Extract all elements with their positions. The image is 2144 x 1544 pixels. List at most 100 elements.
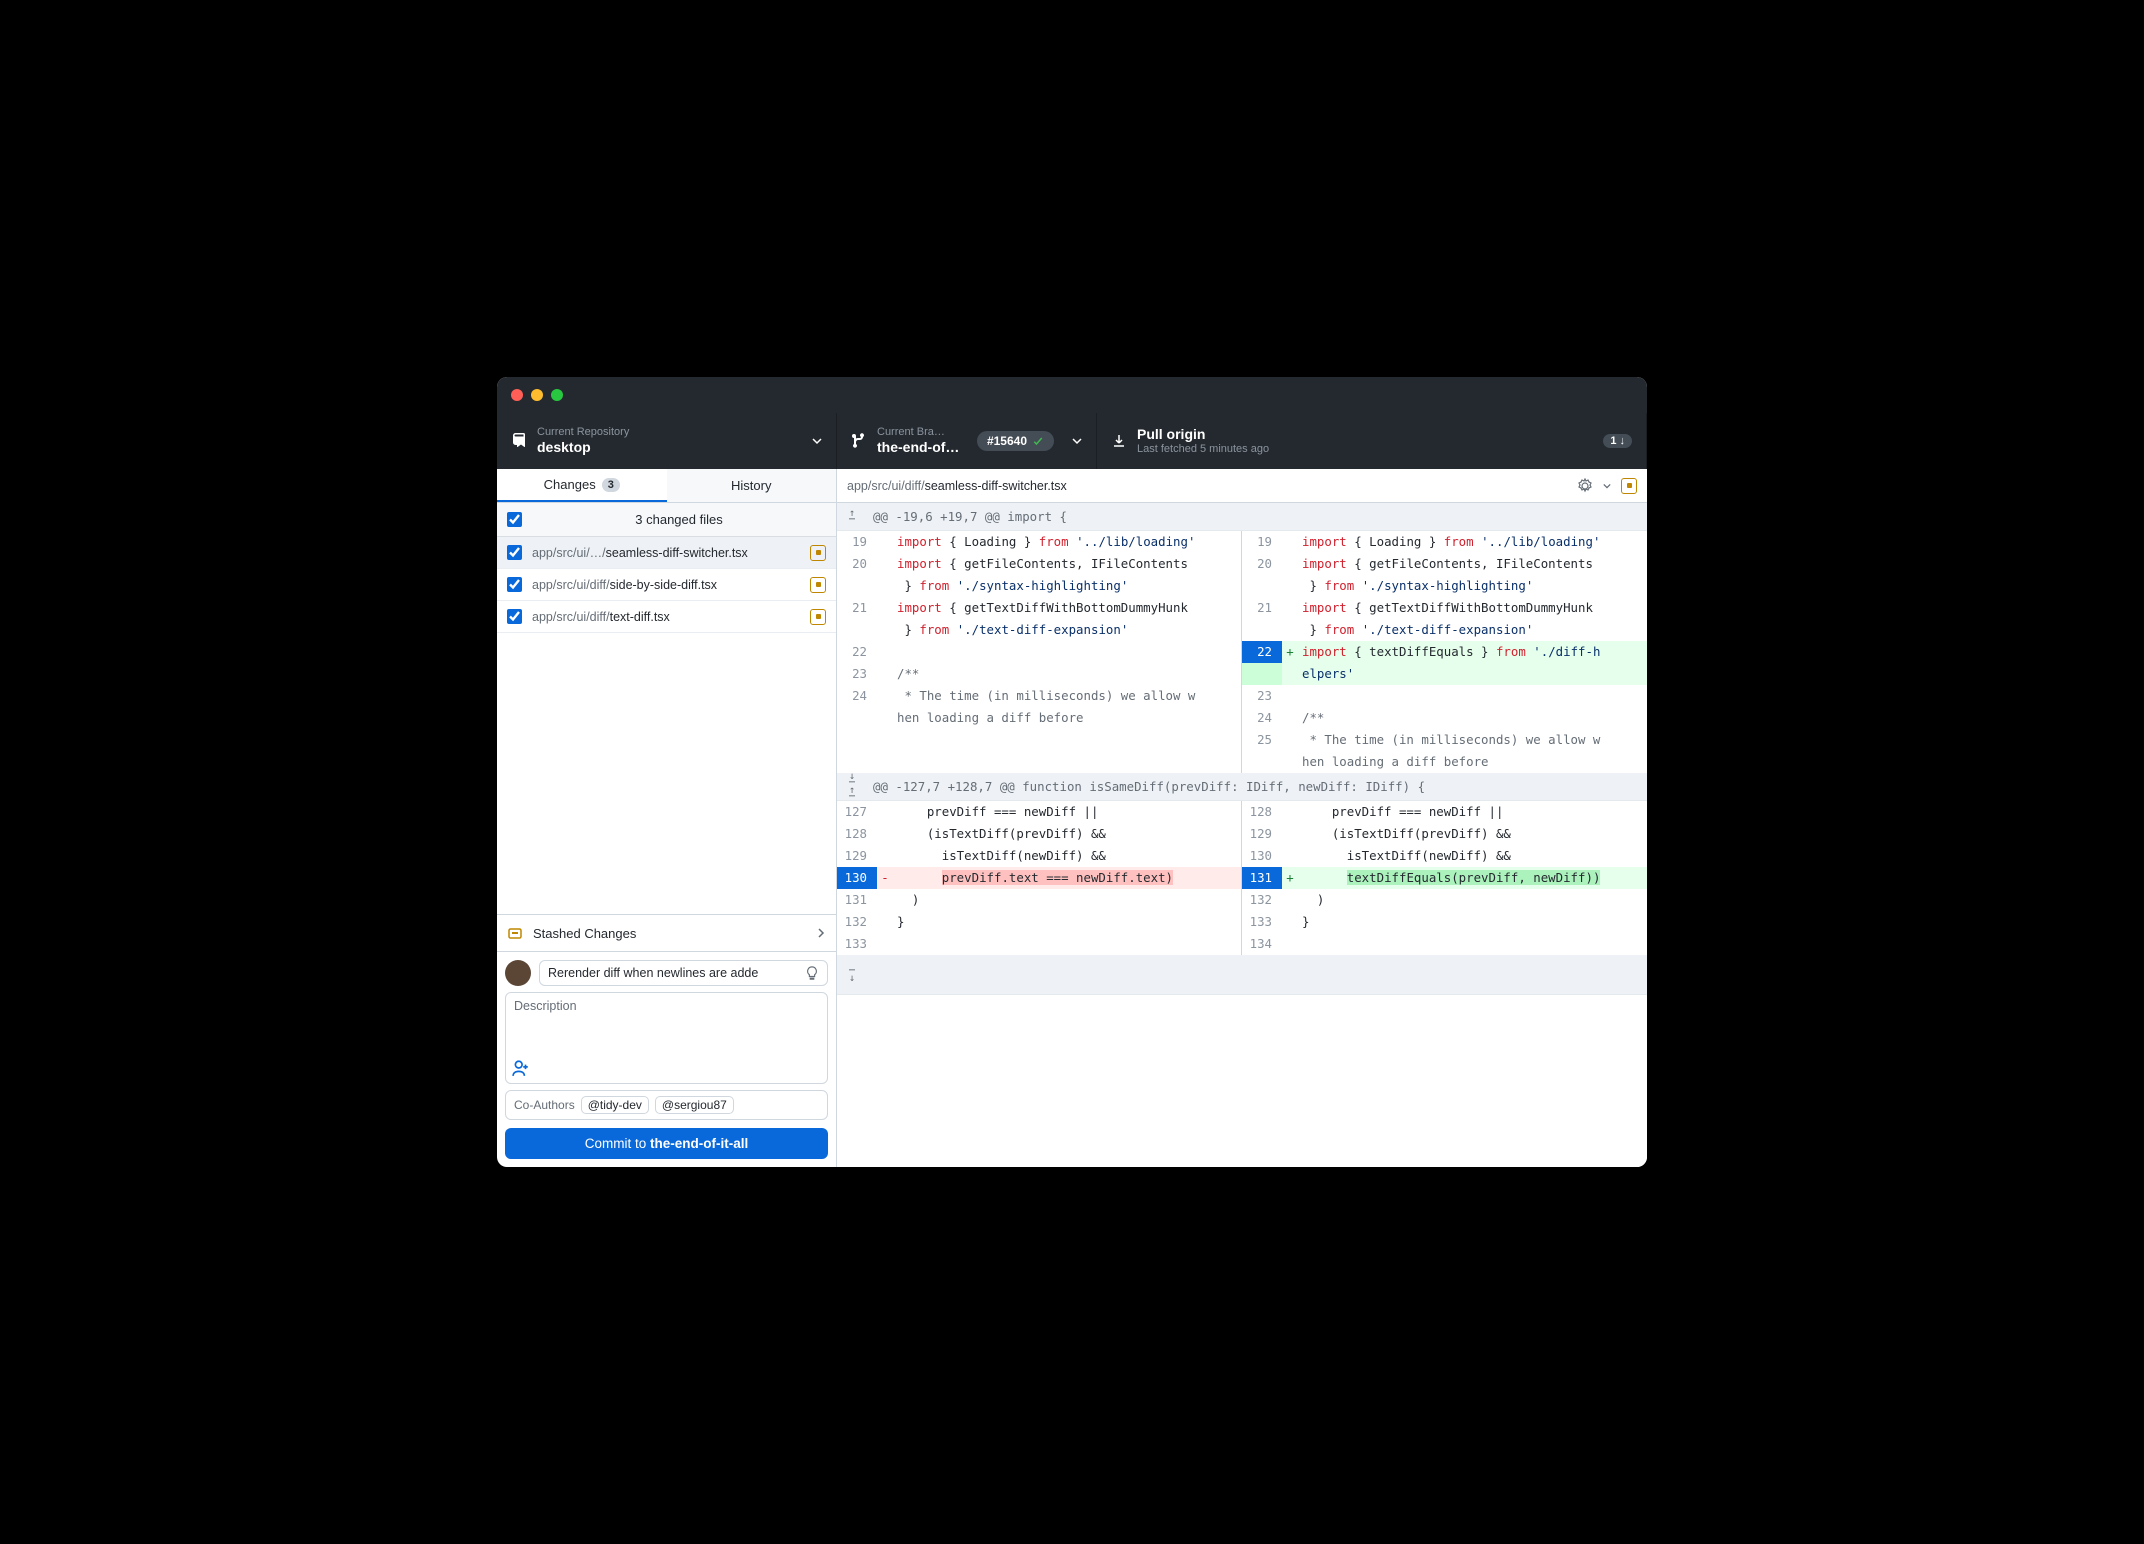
diff-marker: + (1282, 641, 1298, 663)
diff-line[interactable]: 19 import { Loading } from '../lib/loadi… (1242, 531, 1647, 553)
file-row[interactable]: app/src/ui/diff/text-diff.tsx (497, 601, 836, 633)
repo-switcher[interactable]: Current Repository desktop (497, 413, 837, 469)
close-icon[interactable] (511, 389, 523, 401)
diff-line[interactable]: 131 + textDiffEquals(prevDiff, newDiff)) (1242, 867, 1647, 889)
line-number: 133 (837, 933, 877, 955)
select-all-checkbox[interactable] (507, 512, 522, 527)
gear-icon[interactable] (1577, 478, 1593, 494)
file-row[interactable]: app/src/ui/diff/side-by-side-diff.tsx (497, 569, 836, 601)
commit-summary-input[interactable]: Rerender diff when newlines are adde (539, 960, 828, 986)
diff-line[interactable]: 130 - prevDiff.text === newDiff.text) (837, 867, 1241, 889)
line-content: hen loading a diff before (1298, 751, 1647, 773)
hunk-header[interactable]: ↓⋯↑⋯ @@ -127,7 +128,7 @@ function isSame… (837, 773, 1647, 801)
diff-line[interactable]: 25 * The time (in milliseconds) we allow… (1242, 729, 1647, 751)
hunk-expander-bottom[interactable]: ⋯ ↓ (837, 955, 1647, 995)
diff-marker (877, 707, 893, 729)
add-person-icon[interactable] (512, 1059, 530, 1077)
diff-area: app/src/ui/diff/seamless-diff-switcher.t… (837, 469, 1647, 1167)
diff-line[interactable]: 129 (isTextDiff(prevDiff) && (1242, 823, 1647, 845)
diff-line[interactable]: } from './text-diff-expansion' (1242, 619, 1647, 641)
pr-number: #15640 (987, 434, 1027, 448)
diff-line[interactable]: 24 /** (1242, 707, 1647, 729)
diff-line[interactable]: 128 (isTextDiff(prevDiff) && (837, 823, 1241, 845)
hunk-header[interactable]: ↑⋯ @@ -19,6 +19,7 @@ import { (837, 503, 1647, 531)
minimize-icon[interactable] (531, 389, 543, 401)
chevron-down-icon[interactable] (1603, 482, 1611, 490)
diff-line[interactable]: } from './text-diff-expansion' (837, 619, 1241, 641)
diff-line[interactable]: 21 import { getTextDiffWithBottomDummyHu… (837, 597, 1241, 619)
file-row[interactable]: app/src/ui/…/seamless-diff-switcher.tsx (497, 537, 836, 569)
diff-line[interactable]: 23 /** (837, 663, 1241, 685)
commit-description-input[interactable]: Description (505, 992, 828, 1084)
line-content: import { textDiffEquals } from './diff-h (1298, 641, 1647, 663)
line-number: 25 (1242, 729, 1282, 751)
file-checkbox[interactable] (507, 609, 522, 624)
avatar[interactable] (505, 960, 531, 986)
file-path: app/src/ui/…/seamless-diff-switcher.tsx (532, 546, 800, 560)
tab-changes[interactable]: Changes 3 (497, 469, 667, 502)
coauthor-tag[interactable]: @tidy-dev (581, 1096, 649, 1114)
diff-line[interactable]: hen loading a diff before (837, 707, 1241, 729)
line-number: 134 (1242, 933, 1282, 955)
tab-history[interactable]: History (667, 469, 837, 502)
commit-button[interactable]: Commit to the-end-of-it-all (505, 1128, 828, 1159)
coauthors-row[interactable]: Co-Authors @tidy-dev @sergiou87 (505, 1090, 828, 1120)
diff-line[interactable]: 130 isTextDiff(newDiff) && (1242, 845, 1647, 867)
line-content: import { getFileContents, IFileContents (893, 553, 1241, 575)
diff-marker (877, 889, 893, 911)
diff-line[interactable]: 20 import { getFileContents, IFileConten… (837, 553, 1241, 575)
diff-body[interactable]: ↑⋯ @@ -19,6 +19,7 @@ import { 19 import … (837, 503, 1647, 1167)
diff-line[interactable]: 131 ) (837, 889, 1241, 911)
diff-line[interactable]: 132 ) (1242, 889, 1647, 911)
line-content: isTextDiff(newDiff) && (893, 845, 1241, 867)
diff-line[interactable]: } from './syntax-highlighting' (1242, 575, 1647, 597)
diff-line[interactable]: 23 (1242, 685, 1647, 707)
line-content: prevDiff === newDiff || (893, 801, 1241, 823)
expand-down-icon[interactable]: ↓⋯ (845, 774, 859, 786)
diff-marker (877, 823, 893, 845)
expand-up-icon[interactable]: ↑⋯ (845, 511, 859, 523)
pr-badge[interactable]: #15640 (977, 431, 1054, 451)
line-number: 20 (837, 553, 877, 575)
titlebar (497, 377, 1647, 413)
line-number: 132 (837, 911, 877, 933)
diff-marker (1282, 707, 1298, 729)
diff-line[interactable]: 128 prevDiff === newDiff || (1242, 801, 1647, 823)
modified-icon (1621, 478, 1637, 494)
diff-marker (1282, 911, 1298, 933)
desc-placeholder: Description (514, 999, 577, 1013)
diff-path-name: seamless-diff-switcher.tsx (925, 479, 1067, 493)
maximize-icon[interactable] (551, 389, 563, 401)
diff-line[interactable]: 24 * The time (in milliseconds) we allow… (837, 685, 1241, 707)
diff-line[interactable]: 127 prevDiff === newDiff || (837, 801, 1241, 823)
diff-line[interactable]: 129 isTextDiff(newDiff) && (837, 845, 1241, 867)
diff-line[interactable]: hen loading a diff before (1242, 751, 1647, 773)
diff-line[interactable]: elpers' (1242, 663, 1647, 685)
diff-line[interactable]: 20 import { getFileContents, IFileConten… (1242, 553, 1647, 575)
diff-line[interactable]: 21 import { getTextDiffWithBottomDummyHu… (1242, 597, 1647, 619)
expand-down-icon[interactable]: ↓ (845, 976, 859, 982)
diff-marker (877, 911, 893, 933)
diff-line[interactable]: 134 (1242, 933, 1647, 955)
branch-switcher[interactable]: Current Bra… the-end-of… #15640 (837, 413, 1097, 469)
line-content: } from './syntax-highlighting' (1298, 575, 1647, 597)
tab-changes-label: Changes (544, 477, 596, 492)
stashed-changes-row[interactable]: Stashed Changes (497, 914, 836, 952)
file-checkbox[interactable] (507, 577, 522, 592)
diff-line[interactable]: } from './syntax-highlighting' (837, 575, 1241, 597)
diff-line[interactable]: 133 } (1242, 911, 1647, 933)
diff-line[interactable]: 133 (837, 933, 1241, 955)
diff-line[interactable]: 132 } (837, 911, 1241, 933)
file-checkbox[interactable] (507, 545, 522, 560)
line-content (893, 933, 1241, 955)
diff-line[interactable]: 19 import { Loading } from '../lib/loadi… (837, 531, 1241, 553)
expand-up-icon[interactable]: ↑⋯ (845, 788, 859, 800)
diff-line[interactable]: 22 + import { textDiffEquals } from './d… (1242, 641, 1647, 663)
line-content: } from './text-diff-expansion' (893, 619, 1241, 641)
coauthor-tag[interactable]: @sergiou87 (655, 1096, 734, 1114)
pull-button[interactable]: Pull origin Last fetched 5 minutes ago 1… (1097, 413, 1647, 469)
line-number: 24 (1242, 707, 1282, 729)
diff-path: app/src/ui/diff/seamless-diff-switcher.t… (847, 479, 1577, 493)
repo-label: Current Repository (537, 426, 802, 439)
diff-line[interactable]: 22 (837, 641, 1241, 663)
